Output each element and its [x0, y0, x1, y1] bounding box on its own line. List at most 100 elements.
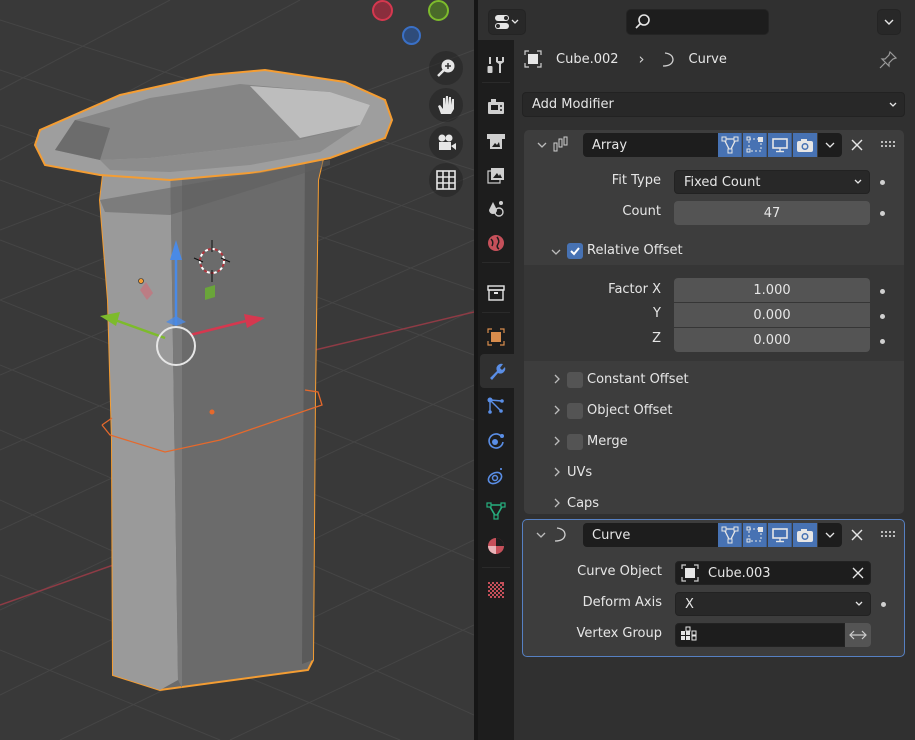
curve-modifier-icon — [554, 527, 566, 542]
selected-mesh-object[interactable] — [33, 68, 394, 692]
viewport-display-toggle[interactable] — [768, 133, 792, 157]
tab-object[interactable] — [478, 320, 514, 354]
subpanel-object-offset[interactable]: Object Offset — [524, 397, 904, 427]
subpanel-caps[interactable]: Caps — [524, 490, 904, 514]
tab-constraints[interactable] — [478, 459, 514, 493]
viewport-display-toggle[interactable] — [768, 523, 792, 547]
add-modifier-label: Add Modifier — [532, 97, 614, 112]
object-offset-checkbox[interactable] — [567, 403, 583, 419]
subpanel-merge[interactable]: Merge — [524, 428, 904, 458]
checkmark-icon — [570, 247, 580, 256]
pin-button[interactable] — [878, 50, 898, 74]
deform-axis-dropdown[interactable]: X — [675, 592, 871, 616]
view-layer-icon — [487, 168, 504, 184]
merge-checkbox[interactable] — [567, 434, 583, 450]
object-icon — [681, 564, 699, 582]
factor-y-field[interactable]: 0.000 — [674, 303, 870, 327]
relative-offset-checkbox[interactable] — [567, 243, 583, 259]
factor-z-field[interactable]: 0.000 — [674, 328, 870, 352]
tab-collection[interactable] — [478, 276, 514, 310]
tab-scene[interactable] — [478, 192, 514, 226]
gizmo-x-axis[interactable] — [372, 0, 393, 21]
tab-world[interactable] — [478, 226, 514, 260]
chevron-down-icon — [854, 179, 862, 184]
on-cage-toggle[interactable] — [743, 133, 767, 157]
animate-property-dot[interactable] — [880, 211, 885, 216]
tab-mesh-data[interactable] — [478, 494, 514, 528]
subpanel-constant-offset[interactable]: Constant Offset — [524, 366, 904, 396]
curve-object-field[interactable]: Cube.003 — [675, 561, 871, 585]
animate-property-dot[interactable] — [880, 339, 885, 344]
zoom-view-button[interactable] — [429, 51, 463, 85]
curve-name-field[interactable]: Curve — [583, 523, 718, 547]
render-toggle[interactable] — [793, 133, 817, 157]
relative-offset-label: Relative Offset — [587, 243, 683, 258]
remove-modifier-icon[interactable] — [850, 528, 864, 542]
collapse-chevron-icon[interactable] — [535, 530, 547, 540]
gizmo-y-axis[interactable] — [428, 0, 449, 21]
grid-icon — [436, 170, 456, 190]
count-value: 47 — [763, 205, 781, 221]
clear-field-icon[interactable] — [852, 567, 864, 579]
render-toggle[interactable] — [793, 523, 817, 547]
tab-particles[interactable] — [478, 389, 514, 423]
double-arrow-icon — [849, 630, 867, 640]
animate-property-dot[interactable] — [880, 314, 885, 319]
modifier-extras-dropdown[interactable] — [818, 523, 842, 547]
perspective-toggle-button[interactable] — [429, 163, 463, 197]
properties-editor: Cube.002 › Curve Add Modifier Array Fit … — [478, 0, 915, 740]
tab-texture[interactable] — [478, 573, 514, 607]
subpanel-uvs[interactable]: UVs — [524, 459, 904, 489]
camera-view-button[interactable] — [429, 126, 463, 160]
pan-view-button[interactable] — [429, 88, 463, 122]
object-origin-point — [138, 278, 144, 284]
edit-mode-toggle[interactable] — [718, 133, 742, 157]
monitor-icon — [771, 528, 788, 543]
deform-axis-label: Deform Axis — [582, 595, 662, 610]
3d-viewport[interactable] — [0, 0, 474, 740]
vertex-group-field[interactable] — [675, 623, 845, 647]
chevron-right-icon — [554, 467, 560, 477]
add-modifier-dropdown[interactable]: Add Modifier — [522, 92, 905, 117]
tab-modifiers[interactable] — [480, 354, 514, 388]
search-icon — [635, 14, 650, 29]
tab-view-layer[interactable] — [478, 158, 514, 192]
edit-mode-toggle[interactable] — [718, 523, 742, 547]
animate-property-dot[interactable] — [880, 289, 885, 294]
tab-tool[interactable] — [478, 48, 514, 82]
mesh-data-icon — [486, 502, 506, 520]
fit-type-dropdown[interactable]: Fixed Count — [674, 170, 870, 194]
relative-offset-chevron-icon[interactable] — [550, 247, 562, 257]
drag-handle-icon[interactable] — [881, 531, 897, 539]
tab-physics[interactable] — [478, 424, 514, 458]
breadcrumb-modifier: Curve — [688, 51, 727, 67]
search-input[interactable] — [626, 9, 769, 35]
constant-offset-checkbox[interactable] — [567, 372, 583, 388]
collapse-chevron-icon[interactable] — [536, 140, 548, 150]
x-axis-line — [314, 311, 474, 351]
drag-handle-icon[interactable] — [881, 141, 897, 149]
on-cage-toggle[interactable] — [743, 523, 767, 547]
animate-property-dot[interactable] — [880, 180, 885, 185]
tab-output[interactable] — [478, 124, 514, 158]
animate-property-dot[interactable] — [881, 602, 886, 607]
invert-vertex-group-button[interactable] — [845, 623, 871, 647]
editor-type-button[interactable] — [488, 9, 526, 35]
breadcrumb-separator: › — [638, 50, 645, 68]
tab-render[interactable] — [478, 90, 514, 124]
gizmo-z-axis[interactable] — [402, 26, 421, 45]
vertex-group-icon — [681, 626, 697, 641]
options-dropdown-button[interactable] — [877, 9, 901, 35]
scene-icon — [489, 201, 504, 217]
count-field[interactable]: 47 — [674, 201, 870, 225]
edit-mode-icon — [721, 136, 738, 154]
object-icon — [524, 50, 542, 68]
constraints-icon — [487, 468, 503, 485]
factor-x-field[interactable]: 1.000 — [674, 278, 870, 302]
remove-modifier-icon[interactable] — [850, 138, 864, 152]
array-modifier-header: Array — [524, 130, 904, 160]
array-name-field[interactable]: Array — [583, 133, 718, 157]
modifier-extras-dropdown[interactable] — [818, 133, 842, 157]
array-modifier-icon — [553, 136, 568, 152]
tab-material[interactable] — [478, 529, 514, 563]
